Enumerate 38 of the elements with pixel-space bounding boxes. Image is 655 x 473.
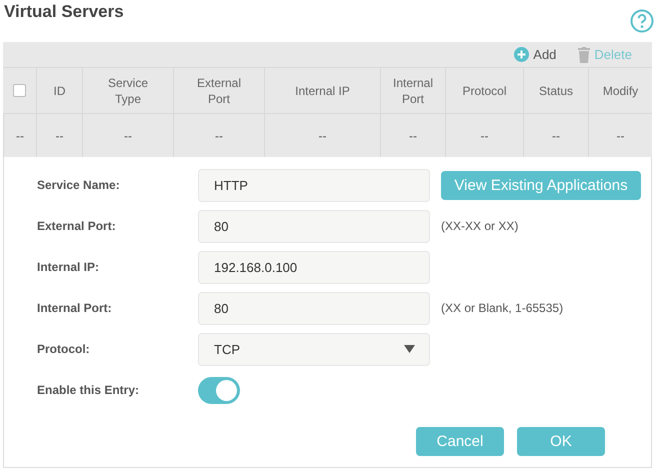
caret-icon [404,345,415,353]
column-header: Service Type [82,67,173,113]
input-field[interactable]: HTTP [198,168,430,202]
trash-icon [578,46,590,62]
column-header: External Port [173,67,264,113]
input-field[interactable]: 192.168.0.100 [198,250,430,284]
input-field[interactable]: 80 [198,210,430,242]
table-cell: -- [82,113,173,157]
table-cell: -- [588,113,652,157]
table-cell: -- [380,113,445,157]
column-header: Modify [588,67,652,113]
field-hint: (XX or Blank, 1-65535) [441,301,564,315]
column-header: ID [36,67,82,113]
column-header: Internal Port [380,67,445,113]
checkbox[interactable] [13,84,26,97]
table-cell: -- [264,113,380,157]
plus-icon [514,47,530,62]
add-button[interactable]: Add [514,47,556,62]
field-label: Internal IP: [37,260,100,274]
table-cell: -- [445,113,523,157]
protocol-dropdown[interactable]: TCP [198,332,430,366]
toggle-switch[interactable] [198,376,240,404]
table-cell: -- [3,113,36,157]
table-cell: -- [523,113,588,157]
field-label: External Port: [37,219,117,233]
help-icon[interactable] [630,9,654,33]
field-hint: (XX-XX or XX) [441,219,518,233]
column-header: Protocol [445,67,523,113]
column-header: Internal IP [264,67,380,113]
field-label: Internal Port: [37,301,113,315]
field-label: Enable this Entry: [37,383,140,397]
field-label: Protocol: [37,342,91,356]
page-title: Virtual Servers [4,2,124,22]
input-field[interactable]: 80 [198,292,430,324]
field-label: Service Name: [37,178,121,192]
table-cell: -- [173,113,264,157]
table-cell: -- [36,113,82,157]
column-header: Status [523,67,588,113]
